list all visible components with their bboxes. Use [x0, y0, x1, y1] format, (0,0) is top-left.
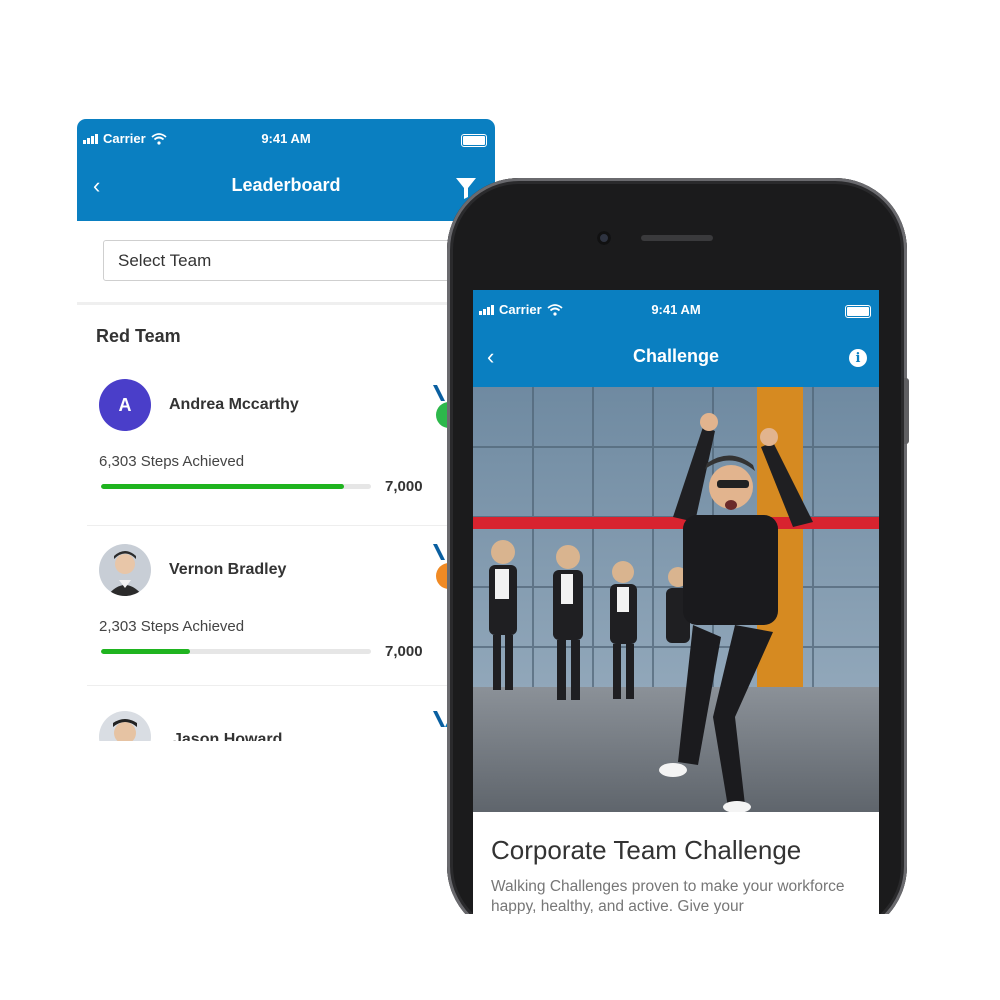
section-divider: [77, 302, 495, 305]
steps-achieved: 2,303 Steps Achieved: [99, 618, 245, 635]
earpiece-speaker: [641, 235, 713, 241]
info-icon[interactable]: i: [849, 349, 867, 367]
list-item[interactable]: Jason Howard: [77, 711, 495, 741]
select-team-label: Select Team: [118, 251, 212, 270]
challenge-hero-image: [473, 387, 879, 812]
steps-goal: 7,000: [385, 478, 423, 495]
challenge-header: Carrier 9:41 AM ‹ Challenge i: [473, 290, 879, 387]
battery-icon: [845, 305, 871, 318]
progress-fill: [101, 484, 344, 489]
avatar: [99, 544, 151, 596]
status-bar: Carrier 9:41 AM: [473, 290, 879, 330]
row-divider: [87, 685, 487, 686]
challenge-title: Corporate Team Challenge: [491, 835, 802, 865]
steps-goal: 7,000: [385, 643, 423, 660]
challenge-description: Walking Challenges proven to make your w…: [491, 878, 845, 915]
progress-bar: [101, 649, 371, 654]
list-item[interactable]: Vernon Bradley 2,303 Steps Achieved 7,00…: [77, 544, 495, 704]
page-title: Leaderboard: [231, 175, 341, 195]
member-name: Jason Howard: [173, 731, 283, 741]
member-name: Andrea Mccarthy: [169, 396, 299, 413]
bottom-crop: [447, 914, 917, 1000]
list-item[interactable]: A Andrea Mccarthy 6,303 Steps Achieved 7…: [77, 379, 495, 539]
avatar-photo: [99, 544, 151, 596]
steps-achieved: 6,303 Steps Achieved: [99, 453, 245, 470]
member-name: Vernon Bradley: [169, 561, 287, 578]
status-time: 9:41 AM: [651, 302, 701, 317]
select-team-dropdown[interactable]: Select Team >: [103, 240, 473, 281]
page-title: Challenge: [632, 346, 720, 366]
finish-line-photo: [473, 387, 879, 812]
row-divider: [87, 525, 487, 526]
leaderboard-header: Carrier 9:41 AM ‹ Leaderboard: [77, 119, 495, 221]
avatar: A: [99, 379, 151, 431]
status-bar: Carrier 9:41 AM: [77, 119, 495, 159]
leaderboard-screen: Carrier 9:41 AM ‹ Leaderboard Select Tea…: [77, 119, 495, 741]
front-camera: [597, 231, 611, 245]
battery-icon: [461, 134, 487, 147]
progress-fill: [101, 649, 191, 654]
status-time: 9:41 AM: [261, 131, 311, 146]
avatar: [99, 711, 151, 741]
side-button: [904, 378, 909, 444]
progress-bar: [101, 484, 371, 489]
avatar-photo: [99, 711, 151, 741]
team-name: Red Team: [96, 326, 181, 346]
challenge-screen: Carrier 9:41 AM ‹ Challenge i Corporate …: [473, 290, 879, 915]
